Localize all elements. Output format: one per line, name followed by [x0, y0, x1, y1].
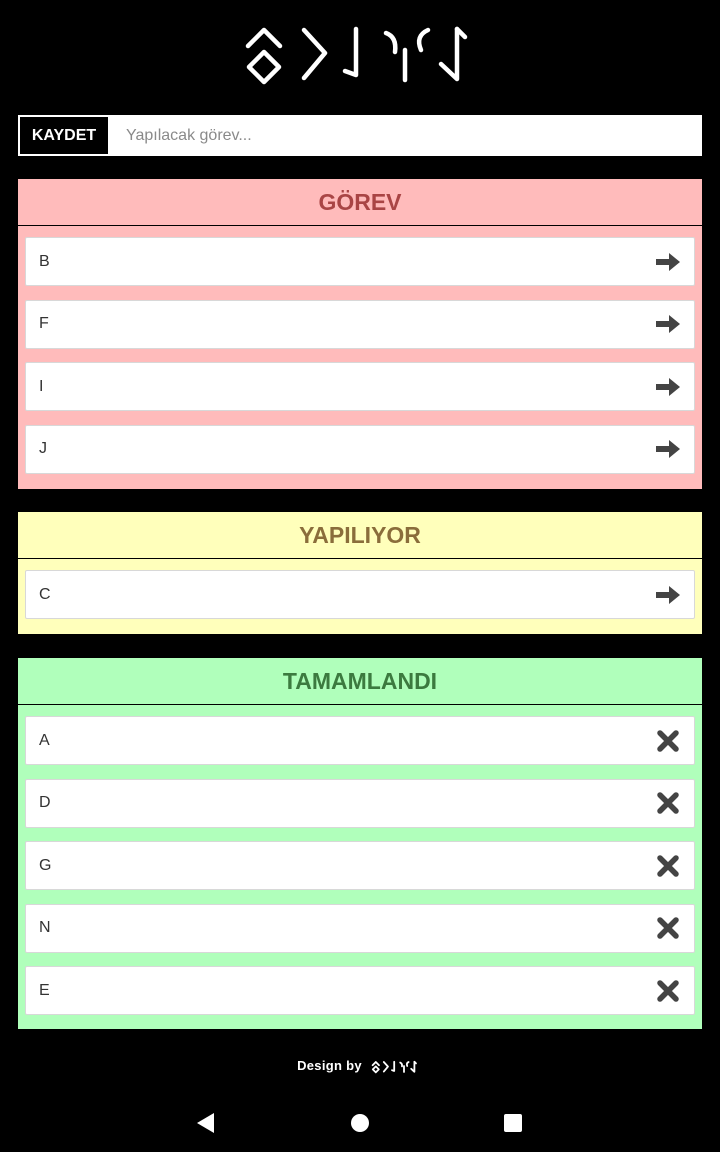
- app-logo: [0, 0, 720, 100]
- doing-column-title: YAPILIYOR: [18, 512, 702, 559]
- arrow-right-icon[interactable]: [654, 581, 682, 609]
- task-card[interactable]: C: [25, 570, 695, 619]
- footer-credit: Design by: [297, 1057, 362, 1073]
- system-navbar: [0, 1100, 720, 1146]
- save-button[interactable]: KAYDET: [18, 115, 110, 156]
- task-card[interactable]: N: [25, 903, 695, 953]
- runic-logo-icon: [245, 26, 468, 85]
- arrow-right-icon[interactable]: [654, 310, 682, 338]
- close-icon[interactable]: [654, 727, 682, 755]
- task-card[interactable]: D: [25, 778, 695, 828]
- task-label: C: [39, 585, 51, 603]
- todo-list: B F I J: [18, 226, 702, 474]
- footer-logo-icon: [371, 1060, 417, 1074]
- doing-list: C: [18, 559, 702, 619]
- arrow-right-icon[interactable]: [654, 373, 682, 401]
- task-label: E: [39, 981, 50, 999]
- done-list: A D G N E: [18, 705, 702, 1015]
- task-label: J: [39, 440, 47, 457]
- done-column-title: TAMAMLANDI: [18, 658, 702, 705]
- task-label: F: [39, 315, 49, 332]
- footer: Design by: [0, 1056, 720, 1074]
- close-icon[interactable]: [654, 914, 682, 942]
- task-label: I: [39, 377, 44, 395]
- task-input[interactable]: [110, 115, 702, 156]
- task-label: B: [39, 252, 50, 270]
- recents-icon[interactable]: [498, 1110, 528, 1136]
- task-card[interactable]: I: [25, 362, 695, 411]
- done-column: TAMAMLANDI A D G N E: [18, 658, 702, 1029]
- task-card[interactable]: B: [25, 237, 695, 286]
- home-icon[interactable]: [345, 1110, 375, 1136]
- back-icon[interactable]: [190, 1110, 220, 1136]
- arrow-right-icon[interactable]: [654, 248, 682, 276]
- task-label: N: [39, 919, 51, 936]
- task-card[interactable]: F: [25, 299, 695, 349]
- task-label: A: [39, 731, 50, 749]
- close-icon[interactable]: [654, 852, 682, 880]
- todo-column-title: GÖREV: [18, 179, 702, 226]
- task-label: D: [39, 794, 51, 811]
- task-card[interactable]: J: [25, 424, 695, 474]
- doing-column: YAPILIYOR C: [18, 512, 702, 634]
- task-card[interactable]: A: [25, 716, 695, 765]
- close-icon[interactable]: [654, 977, 682, 1005]
- todo-column: GÖREV B F I J: [18, 179, 702, 489]
- task-card[interactable]: G: [25, 841, 695, 890]
- close-icon[interactable]: [654, 789, 682, 817]
- task-card[interactable]: E: [25, 966, 695, 1015]
- arrow-right-icon[interactable]: [654, 435, 682, 463]
- task-form: KAYDET: [18, 115, 702, 156]
- task-label: G: [39, 856, 52, 874]
